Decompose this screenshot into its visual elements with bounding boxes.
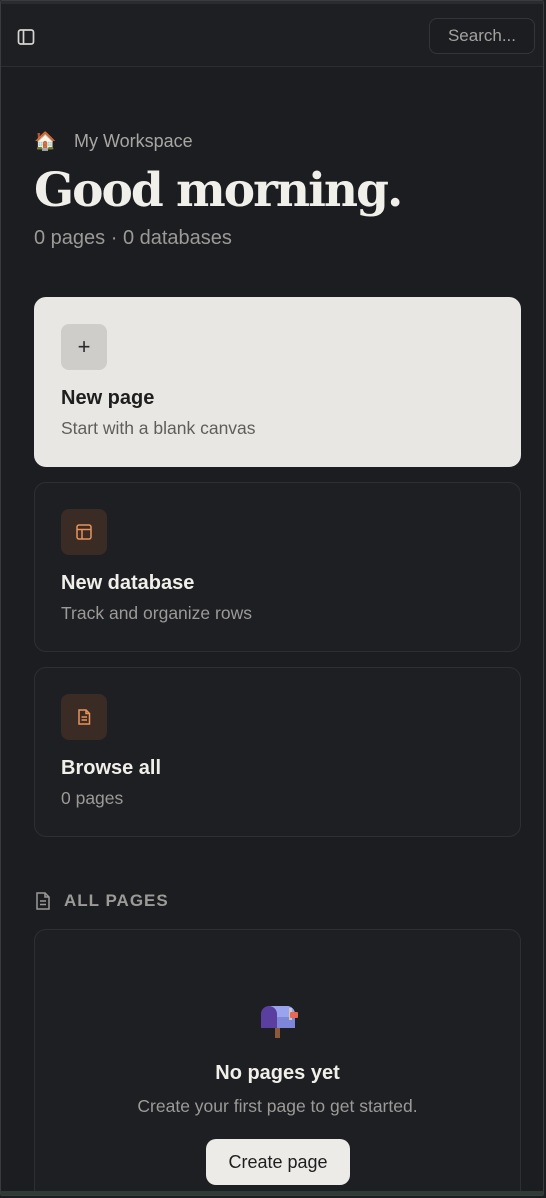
workspace-stats: 0 pages · 0 databases: [34, 227, 232, 249]
card-title: New page: [61, 387, 155, 409]
section-label: ALL PAGES: [64, 891, 169, 910]
bottom-edge: [1, 1191, 543, 1195]
empty-subtitle: Create your first page to get started.: [137, 1096, 418, 1116]
create-page-button[interactable]: Create page: [206, 1139, 350, 1185]
breadcrumb[interactable]: 🏠 My Workspace: [34, 129, 193, 153]
card-subtitle: 0 pages: [61, 788, 124, 808]
browse-all-card[interactable]: Browse all 0 pages: [34, 667, 521, 837]
all-pages-heading: ALL PAGES: [34, 890, 169, 912]
empty-title: No pages yet: [215, 1062, 340, 1084]
sidebar-toggle-icon[interactable]: [13, 24, 39, 50]
document-icon: [34, 891, 52, 911]
pages-empty-state: No pages yet Create your first page to g…: [34, 929, 521, 1195]
window-top-edge: [1, 1, 543, 4]
plus-icon: +: [61, 324, 107, 370]
app-window: Search... 🏠 My Workspace Good morning. 0…: [0, 0, 544, 1196]
card-subtitle: Start with a blank canvas: [61, 418, 256, 438]
card-title: Browse all: [61, 757, 162, 779]
new-database-card[interactable]: New database Track and organize rows: [34, 482, 521, 652]
mailbox-icon: [257, 1002, 301, 1042]
table-icon: [61, 509, 107, 555]
top-bar: Search...: [1, 1, 543, 67]
document-icon: [61, 694, 107, 740]
card-title: New database: [61, 572, 195, 594]
new-page-card[interactable]: + New page Start with a blank canvas: [34, 297, 521, 467]
card-subtitle: Track and organize rows: [61, 603, 252, 623]
house-icon: 🏠: [34, 130, 57, 151]
search-button[interactable]: Search...: [429, 18, 535, 54]
search-label: Search...: [447, 26, 517, 45]
workspace-name: My Workspace: [74, 130, 193, 151]
page-title: Good morning.: [34, 163, 403, 218]
